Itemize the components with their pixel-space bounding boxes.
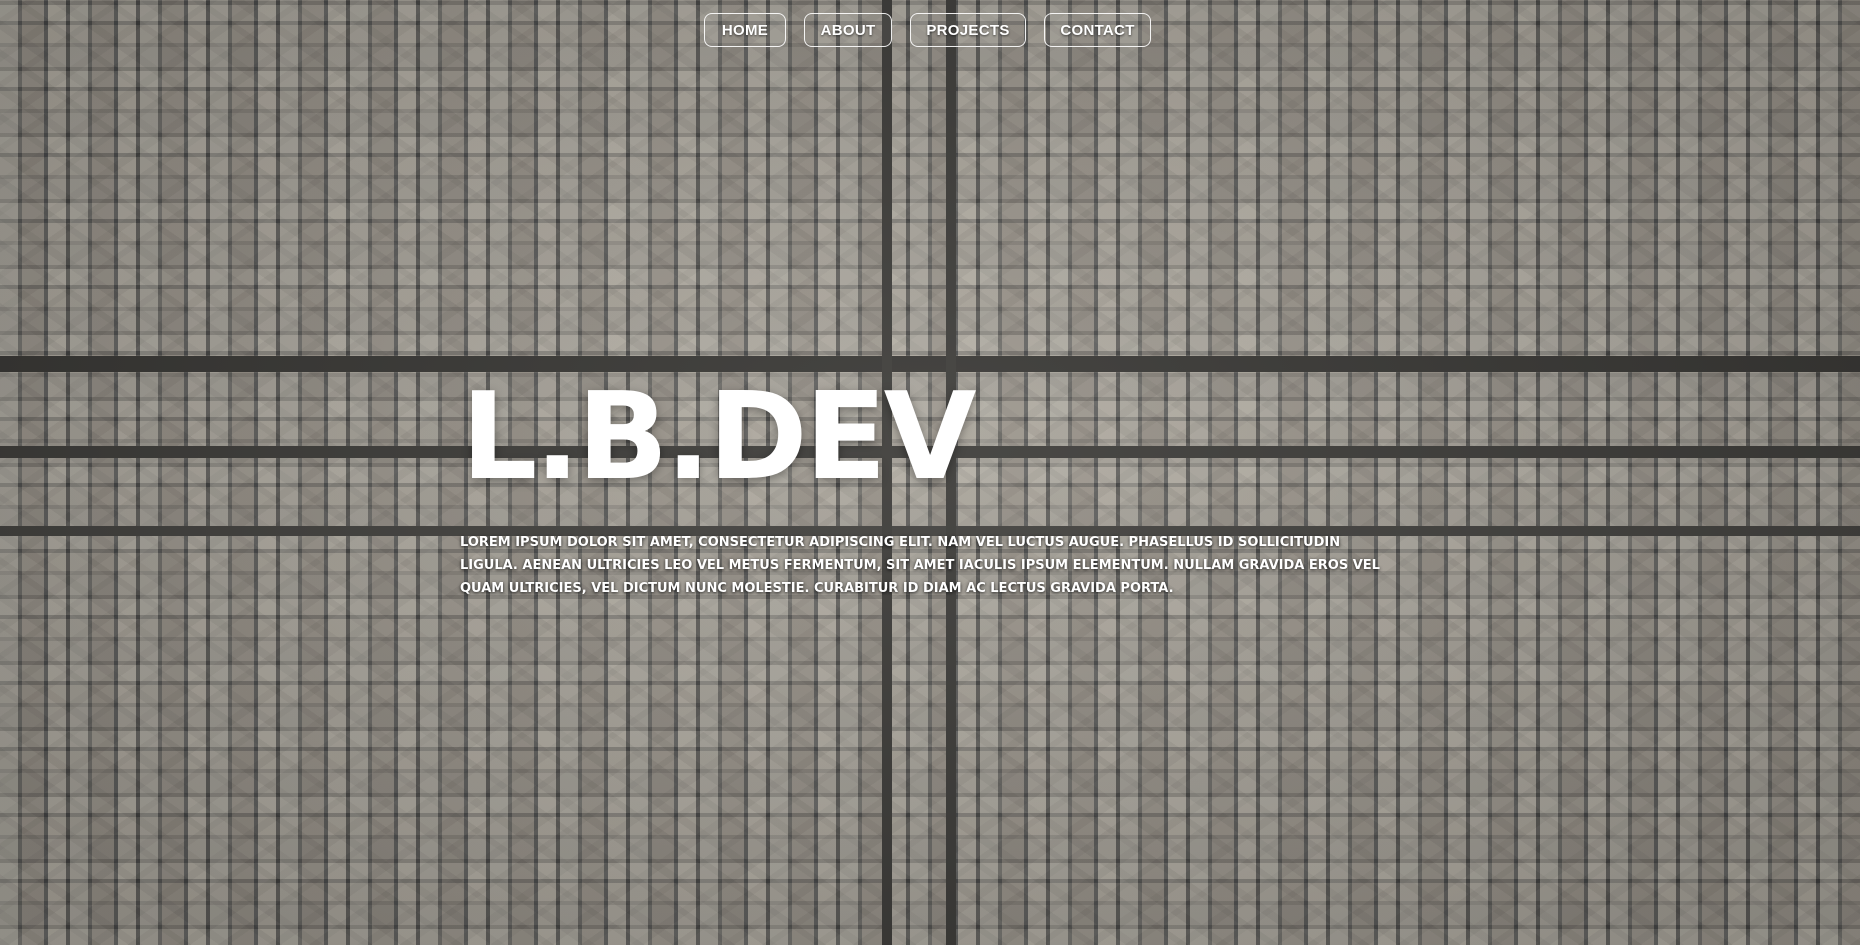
nav-about-button[interactable]: ABOUT xyxy=(804,13,892,47)
nav-contact-button[interactable]: CONTACT xyxy=(1044,13,1151,47)
nav-home-button[interactable]: HOME xyxy=(704,13,786,47)
hero-section: HOME ABOUT PROJECTS CONTACT L.B.DEV LORE… xyxy=(0,0,1860,945)
main-nav: HOME ABOUT PROJECTS CONTACT xyxy=(704,13,1151,47)
nav-projects-button[interactable]: PROJECTS xyxy=(910,13,1026,47)
intro-paragraph: LOREM IPSUM DOLOR SIT AMET, CONSECTETUR … xyxy=(460,535,1380,596)
site-title: L.B.DEV xyxy=(461,368,977,507)
